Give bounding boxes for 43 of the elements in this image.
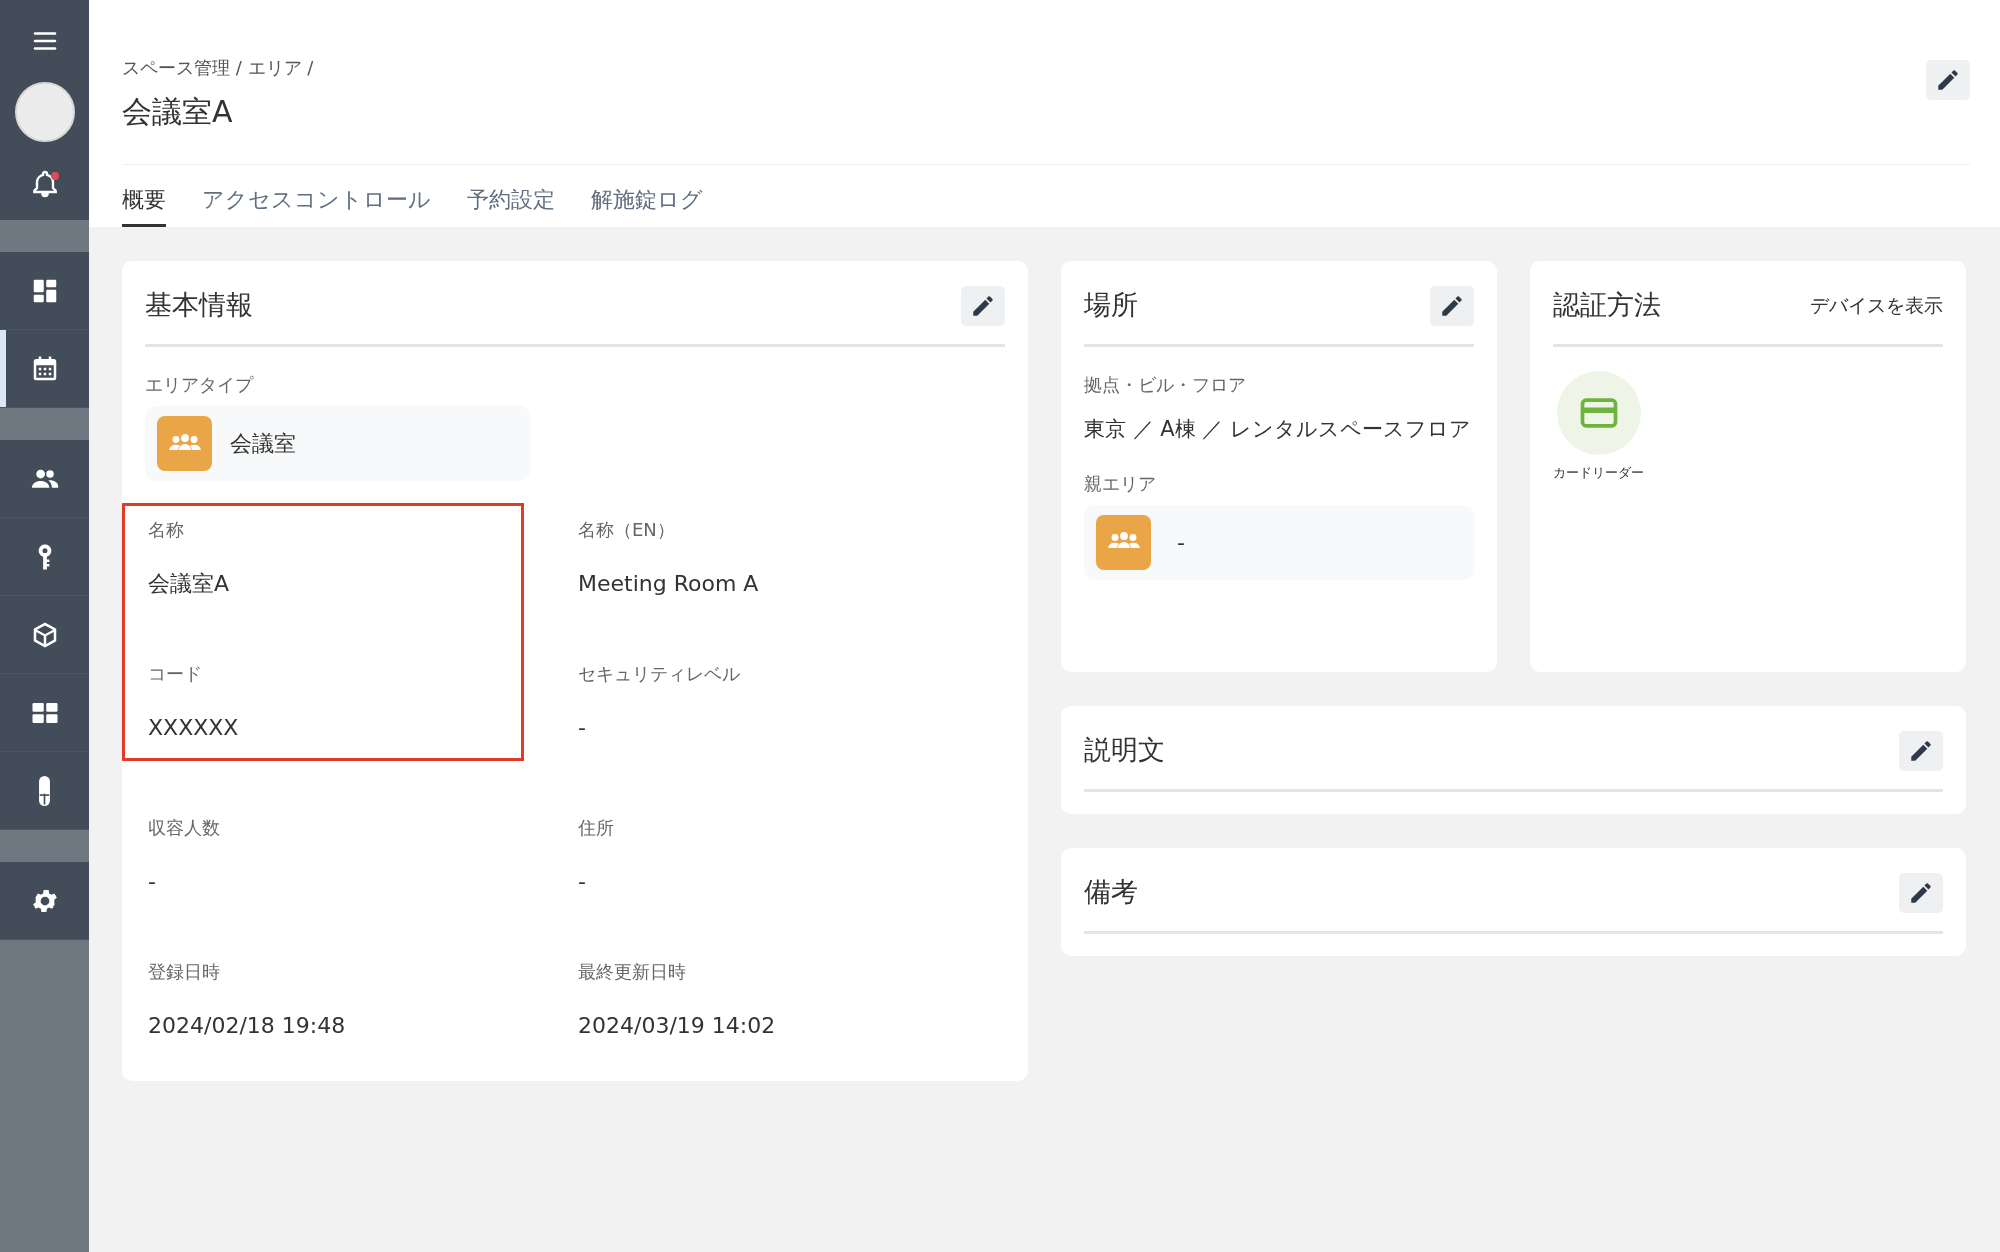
- field-label: 登録日時: [148, 960, 221, 984]
- card-title: 備考: [1084, 875, 1138, 910]
- field-label: 親エリア: [1084, 471, 1157, 496]
- card-title: 基本情報: [145, 288, 253, 323]
- show-devices-link[interactable]: デバイスを表示: [1810, 291, 1943, 320]
- edit-button[interactable]: [1926, 60, 1970, 100]
- method-label: カードリーダー: [1553, 464, 1644, 482]
- tab[interactable]: 概要: [122, 183, 166, 227]
- field-value: Meeting Room A: [578, 570, 760, 598]
- field-value: 2024/03/19 14:02: [578, 1012, 777, 1040]
- tab[interactable]: 予約設定: [467, 183, 555, 227]
- tab[interactable]: アクセスコントロール: [202, 183, 431, 227]
- field-label: 住所: [578, 816, 615, 840]
- edit-button[interactable]: [1430, 285, 1474, 326]
- field-value: 東京 ／ A棟 ／ レンタルスペースフロア: [1084, 416, 1473, 443]
- field-label: 収容人数: [148, 816, 221, 840]
- field-label: 拠点・ビル・フロア: [1084, 373, 1247, 397]
- calendar-nav-button[interactable]: [0, 330, 89, 408]
- edit-button[interactable]: [1899, 730, 1943, 771]
- field-value: 会議室A: [148, 570, 231, 598]
- card-title: 場所: [1084, 288, 1138, 323]
- tab[interactable]: 解施錠ログ: [591, 183, 703, 227]
- field-label: 名称（EN）: [578, 518, 676, 542]
- edit-button[interactable]: [1899, 872, 1943, 913]
- area-type-name: 会議室: [230, 430, 296, 458]
- card-title: 認証方法: [1553, 288, 1661, 323]
- pencil-icon: [1935, 67, 1961, 93]
- field-value: -: [578, 868, 587, 896]
- field-label: エリアタイプ: [145, 373, 255, 397]
- field-value: -: [148, 868, 157, 896]
- field-label: コード: [148, 662, 203, 686]
- breadcrumb: スペース管理 / エリア /: [122, 56, 314, 80]
- field-value: -: [578, 714, 587, 742]
- field-value: XXXXXX: [148, 714, 240, 742]
- field-label: 最終更新日時: [578, 960, 687, 984]
- page-title: 会議室A: [122, 93, 234, 131]
- field-label: セキュリティレベル: [578, 662, 741, 686]
- field-label: 名称: [148, 518, 185, 542]
- toggle-icon: [39, 775, 50, 806]
- edit-button[interactable]: [961, 285, 1005, 326]
- parent-area-name: -: [1177, 528, 1185, 557]
- card-title: 説明文: [1084, 733, 1165, 768]
- field-value: 2024/02/18 19:48: [148, 1012, 347, 1040]
